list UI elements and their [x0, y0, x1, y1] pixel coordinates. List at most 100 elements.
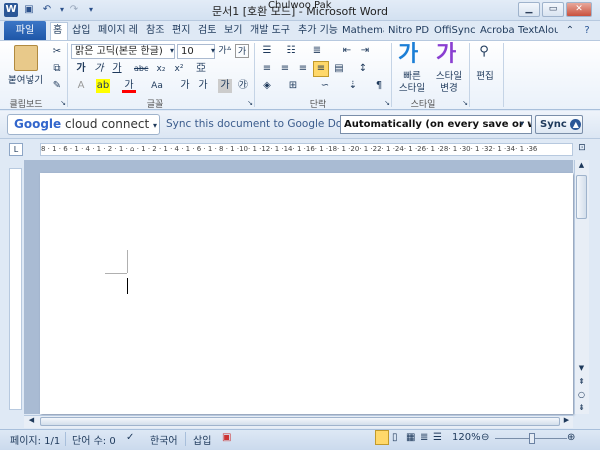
- grow-font-icon[interactable]: 가ᐞ: [218, 44, 232, 58]
- proofing-icon[interactable]: ✓: [126, 432, 134, 443]
- redo-icon[interactable]: ↷: [67, 3, 81, 17]
- highlight-color-icon[interactable]: ab: [96, 79, 110, 93]
- tab-review[interactable]: 검토: [196, 23, 220, 40]
- paste-icon[interactable]: [14, 45, 38, 71]
- zoom-out-icon[interactable]: ⊖: [481, 432, 489, 443]
- char-spacing-icon[interactable]: 가: [196, 79, 210, 93]
- zoom-slider-handle[interactable]: [529, 433, 535, 444]
- tab-textaloud[interactable]: TextAlou: [516, 23, 558, 40]
- draft-view-icon[interactable]: ☰: [433, 432, 442, 443]
- web-layout-view-icon[interactable]: ▦: [406, 432, 415, 443]
- distributed-icon[interactable]: ▤: [332, 62, 346, 76]
- minimize-button[interactable]: ▁: [518, 2, 540, 17]
- char-shading-icon[interactable]: 가: [178, 79, 192, 93]
- sort-icon[interactable]: ⇣: [346, 79, 360, 93]
- tab-references[interactable]: 참조: [144, 23, 168, 40]
- zoom-in-icon[interactable]: ⊕: [567, 432, 575, 443]
- increase-indent-icon[interactable]: ⇥: [358, 44, 372, 58]
- sync-button[interactable]: Sync ▲: [535, 115, 583, 134]
- subscript-icon[interactable]: x₂: [154, 62, 168, 76]
- shading-icon[interactable]: ◈: [260, 79, 274, 93]
- italic-icon[interactable]: 가: [92, 62, 106, 76]
- quick-styles-icon[interactable]: 가: [398, 42, 424, 68]
- tab-nitro-pdf[interactable]: Nitro PDI: [386, 23, 430, 40]
- copy-icon[interactable]: ⧉: [50, 62, 64, 76]
- tab-insert[interactable]: 삽입: [70, 23, 94, 40]
- paste-button-label[interactable]: 붙여넣기: [8, 72, 43, 86]
- ribbon-collapse-icon[interactable]: ⌃: [563, 23, 577, 40]
- insert-mode[interactable]: 삽입: [193, 432, 211, 447]
- horizontal-ruler[interactable]: 8 · 1 · 6 · 1 · 4 · 1 · 2 · 1 · ⌂ · 1 · …: [40, 143, 573, 156]
- change-styles-button[interactable]: 스타일 변경: [430, 71, 468, 95]
- bold-icon[interactable]: 가: [74, 62, 88, 76]
- previous-page-icon[interactable]: ⇞: [576, 377, 587, 388]
- phonetic-icon[interactable]: 亞: [194, 62, 208, 76]
- view-ruler-icon[interactable]: ⊡: [576, 143, 588, 156]
- tab-selector[interactable]: L: [9, 143, 23, 156]
- numbering-icon[interactable]: ☷: [284, 44, 298, 58]
- justify-icon[interactable]: ≡: [313, 61, 329, 77]
- align-center-icon[interactable]: ≡: [278, 62, 292, 76]
- clear-format-icon[interactable]: 가: [235, 44, 249, 58]
- tab-acrobat[interactable]: Acrobat: [478, 23, 514, 40]
- tab-offisync[interactable]: OffiSync: [432, 23, 476, 40]
- help-icon[interactable]: ?: [580, 23, 594, 40]
- quick-styles-button[interactable]: 빠른 스타일: [392, 71, 432, 95]
- enclosed-char-icon[interactable]: ㉮: [236, 79, 250, 93]
- scroll-right-icon[interactable]: ▶: [561, 416, 572, 427]
- decrease-indent-icon[interactable]: ⇤: [340, 44, 354, 58]
- font-color-icon[interactable]: 가: [122, 79, 136, 93]
- borders-icon[interactable]: ⊞: [286, 79, 300, 93]
- next-page-icon[interactable]: ⇟: [576, 403, 587, 414]
- font-name-combo[interactable]: 맑은 고딕(본문 한글): [71, 44, 175, 59]
- save-icon[interactable]: ▣: [22, 3, 36, 17]
- select-browse-object-icon[interactable]: ○: [576, 390, 587, 401]
- asian-layout-icon[interactable]: ∽: [318, 79, 332, 93]
- language-indicator[interactable]: 한국어: [150, 432, 178, 447]
- customize-qat-icon[interactable]: ▾: [84, 3, 98, 17]
- align-left-icon[interactable]: ≡: [260, 62, 274, 76]
- tab-page-layout[interactable]: 페이지 레: [96, 23, 142, 40]
- scroll-down-icon[interactable]: ▼: [576, 364, 587, 375]
- macro-record-icon[interactable]: ▣: [222, 432, 231, 443]
- outline-view-icon[interactable]: ≣: [420, 432, 428, 443]
- maximize-button[interactable]: ▭: [542, 2, 564, 17]
- scroll-up-icon[interactable]: ▲: [576, 161, 587, 172]
- show-marks-icon[interactable]: ¶: [372, 79, 386, 93]
- tab-mathematics[interactable]: Mathema: [340, 23, 384, 40]
- undo-icon[interactable]: ↶: [40, 3, 54, 17]
- vertical-ruler[interactable]: [9, 168, 22, 410]
- page-count[interactable]: 페이지: 1/1: [10, 432, 60, 447]
- cut-icon[interactable]: ✂: [50, 45, 64, 59]
- document-page[interactable]: [40, 173, 573, 414]
- multilevel-list-icon[interactable]: ≣: [310, 44, 324, 58]
- superscript-icon[interactable]: x²: [172, 62, 186, 76]
- sync-mode-select[interactable]: Automatically (on every save or whe: [340, 115, 532, 134]
- scroll-left-icon[interactable]: ◀: [26, 416, 37, 427]
- tab-add-ins[interactable]: 추가 기능: [296, 23, 338, 40]
- change-styles-icon[interactable]: 가: [436, 42, 462, 68]
- text-effects-icon[interactable]: A: [74, 79, 88, 93]
- vertical-scroll-thumb[interactable]: [576, 175, 587, 219]
- print-layout-view-icon[interactable]: [375, 430, 389, 445]
- tab-mailings[interactable]: 편지: [170, 23, 194, 40]
- word-app-icon[interactable]: W: [4, 3, 18, 17]
- char-border-icon[interactable]: 가: [218, 79, 232, 93]
- zoom-level[interactable]: 120%: [452, 432, 481, 443]
- tab-home[interactable]: 홈: [50, 22, 68, 41]
- full-screen-view-icon[interactable]: ▯: [392, 432, 398, 443]
- horizontal-scroll-thumb[interactable]: [40, 417, 560, 426]
- underline-icon[interactable]: 가: [110, 62, 124, 76]
- sync-mode-dropdown-icon[interactable]: ▾: [520, 119, 524, 128]
- google-cloud-connect-menu[interactable]: Google cloud connect ▾: [7, 114, 160, 135]
- tab-developer[interactable]: 개발 도구: [248, 23, 294, 40]
- word-count[interactable]: 단어 수: 0: [72, 432, 116, 447]
- binoculars-icon[interactable]: ⚲: [474, 44, 494, 62]
- editing-button-label[interactable]: 편집: [471, 68, 499, 82]
- close-button[interactable]: ✕: [566, 2, 592, 17]
- tab-view[interactable]: 보기: [222, 23, 246, 40]
- format-painter-icon[interactable]: ✎: [50, 79, 64, 93]
- tab-file[interactable]: 파일: [4, 21, 46, 40]
- change-case-icon[interactable]: Aa: [150, 79, 164, 93]
- bullets-icon[interactable]: ☰: [260, 44, 274, 58]
